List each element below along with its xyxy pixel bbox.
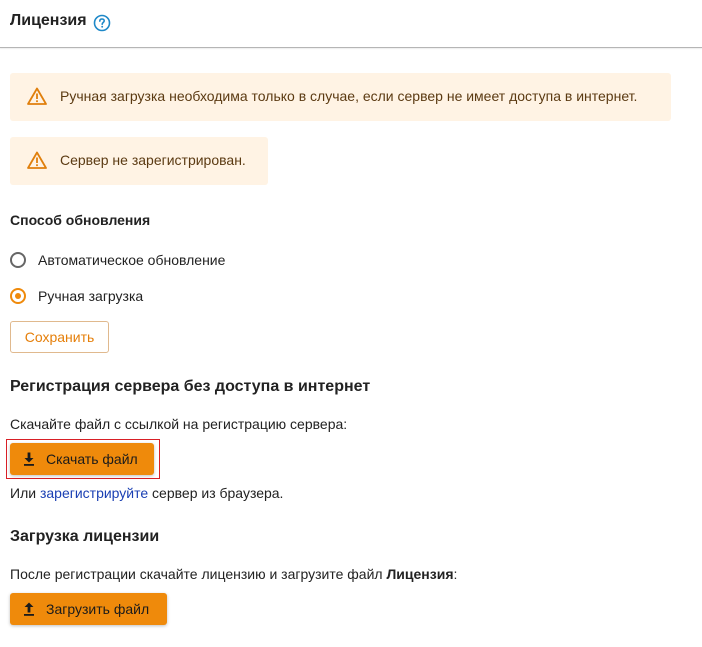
page-header: Лицензия — [0, 0, 702, 48]
radio-automatic-update[interactable]: Автоматическое обновление — [10, 250, 225, 270]
warning-triangle-icon — [27, 87, 47, 105]
license-desc-suffix: : — [453, 566, 458, 582]
license-desc-bold: Лицензия — [386, 566, 454, 582]
update-method-label: Способ обновления — [10, 212, 151, 228]
registration-description: Скачайте файл с ссылкой на регистрацию с… — [10, 416, 348, 432]
page-title: Лицензия — [10, 12, 87, 29]
alt-prefix: Или — [10, 485, 40, 501]
upload-file-button[interactable]: Загрузить файл — [10, 593, 167, 625]
warning-not-registered: Сервер не зарегистрирован. — [10, 137, 268, 185]
license-desc-prefix: После регистрации скачайте лицензию и за… — [10, 566, 387, 582]
radio-label: Автоматическое обновление — [38, 252, 226, 268]
question-circle-icon[interactable] — [93, 14, 111, 32]
warning-text: Сервер не зарегистрирован. — [60, 152, 246, 168]
radio-button-selected[interactable] — [10, 288, 26, 304]
alt-suffix: сервер из браузера. — [148, 485, 284, 501]
register-alternative-text: Или зарегистрируйте сервер из браузера. — [10, 485, 283, 501]
license-upload-description: После регистрации скачайте лицензию и за… — [10, 566, 457, 582]
upload-icon — [24, 602, 34, 616]
radio-button[interactable] — [10, 252, 26, 268]
radio-label: Ручная загрузка — [38, 288, 144, 304]
radio-manual-upload[interactable]: Ручная загрузка — [10, 286, 143, 306]
download-file-button[interactable]: Скачать файл — [10, 443, 154, 475]
warning-triangle-icon — [27, 151, 47, 169]
warning-text: Ручная загрузка необходима только в случ… — [60, 88, 638, 104]
registration-heading: Регистрация сервера без доступа в интерн… — [10, 378, 371, 395]
upload-file-label: Загрузить файл — [46, 601, 150, 617]
warning-manual-upload: Ручная загрузка необходима только в случ… — [10, 73, 671, 121]
save-button[interactable]: Сохранить — [10, 321, 109, 353]
register-link[interactable]: зарегистрируйте — [40, 485, 148, 501]
download-file-label: Скачать файл — [46, 451, 138, 467]
download-icon — [24, 452, 34, 466]
license-upload-heading: Загрузка лицензии — [10, 528, 160, 545]
